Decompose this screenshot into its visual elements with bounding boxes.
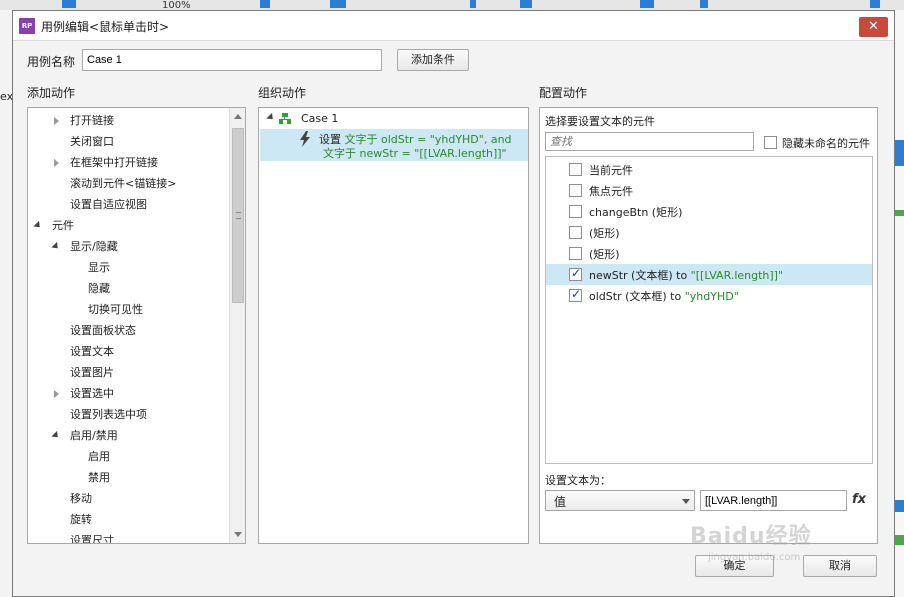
scroll-thumb[interactable]	[232, 128, 244, 303]
search-input[interactable]	[545, 132, 754, 151]
widget-row[interactable]: 当前元件	[546, 159, 872, 180]
background-right-edge	[894, 10, 904, 597]
add-action-label: 滚动到元件<锚链接>	[70, 177, 177, 190]
widget-checkbox[interactable]	[569, 184, 582, 197]
collapse-arrow-icon[interactable]	[33, 220, 43, 231]
widget-checkbox[interactable]	[569, 247, 582, 260]
add-actions-scrollbar[interactable]	[229, 108, 245, 543]
add-action-label: 隐藏	[88, 282, 110, 295]
widget-checkbox[interactable]	[569, 205, 582, 218]
widget-row[interactable]: oldStr (文本框) to "yhdYHD"	[546, 285, 872, 306]
value-text-input[interactable]	[700, 490, 847, 511]
case-expand-icon[interactable]	[266, 112, 276, 123]
scroll-down-arrow-icon[interactable]	[234, 532, 242, 537]
widget-label: changeBtn (矩形)	[589, 204, 682, 220]
add-action-label: 设置尺寸	[70, 534, 114, 544]
add-condition-button[interactable]: 添加条件	[397, 49, 469, 71]
widget-value: "yhdYHD"	[684, 290, 739, 303]
scroll-up-arrow-icon[interactable]	[234, 114, 242, 119]
widget-row[interactable]: newStr (文本框) to "[[LVAR.length]]"	[546, 264, 872, 285]
widget-name: newStr (文本框) to	[589, 269, 691, 282]
add-action-label: 移动	[70, 492, 92, 505]
set-text-label: 设置文本为：	[545, 474, 611, 487]
add-action-label: 设置文本	[70, 345, 114, 358]
widget-label: oldStr (文本框) to "yhdYHD"	[589, 288, 739, 304]
widget-name: 当前元件	[589, 164, 633, 177]
expand-arrow-icon[interactable]	[54, 159, 59, 167]
case-name-label: 用例名称	[27, 55, 76, 69]
widget-label: (矩形)	[589, 246, 620, 262]
add-actions-tree: 打开链接关闭窗口在框架中打开链接滚动到元件<锚链接> 设置自适应视图元件显示/隐藏…	[27, 107, 246, 544]
add-action-label: 在框架中打开链接	[70, 156, 158, 169]
axure-rp-icon: RP	[19, 18, 35, 34]
add-action-label: 设置自适应视图	[70, 198, 147, 211]
widget-checkbox[interactable]	[569, 226, 582, 239]
add-action-label: 显示/隐藏	[70, 240, 118, 253]
widget-name: (矩形)	[589, 227, 620, 240]
action-text-line-2: 文字于 newStr = "[[LVAR.length]]"	[323, 147, 507, 160]
dialog-title: 用例编辑<鼠标单击时>	[41, 20, 170, 34]
hide-unnamed-label: 隐藏未命名的元件	[782, 137, 870, 150]
widget-checkbox[interactable]	[569, 287, 582, 302]
hide-unnamed-checkbox[interactable]	[764, 136, 777, 149]
configure-actions-heading: 配置动作	[539, 86, 588, 100]
add-action-label: 元件	[52, 219, 74, 232]
add-action-label: 关闭窗口	[70, 135, 114, 148]
widget-checkbox[interactable]	[569, 266, 582, 281]
widget-label: newStr (文本框) to "[[LVAR.length]]"	[589, 267, 783, 283]
add-action-label: 设置列表选中项	[70, 408, 147, 421]
collapse-arrow-icon[interactable]	[51, 241, 61, 252]
ok-button[interactable]: 确定	[695, 555, 774, 577]
widget-name: 焦点元件	[589, 185, 633, 198]
widget-name: (矩形)	[589, 248, 620, 261]
widget-label: 当前元件	[589, 162, 633, 178]
widget-row[interactable]: (矩形)	[546, 222, 872, 243]
case-editor-dialog: RP 用例编辑<鼠标单击时> ✕ 用例名称 添加条件 添加动作 组织动作 配置动…	[12, 10, 895, 597]
widget-row[interactable]: (矩形)	[546, 243, 872, 264]
case-label[interactable]: Case 1	[301, 112, 338, 125]
chevron-down-icon	[682, 499, 690, 504]
add-actions-heading: 添加动作	[27, 86, 76, 100]
selected-action-row[interactable]: 设置 文字于 oldStr = "yhdYHD", and 文字于 newStr…	[260, 129, 528, 161]
expand-arrow-icon[interactable]	[54, 117, 59, 125]
add-action-label: 启用/禁用	[70, 429, 118, 442]
add-action-label: 设置面板状态	[70, 324, 136, 337]
add-action-label: 启用	[88, 450, 110, 463]
widget-row[interactable]: changeBtn (矩形)	[546, 201, 872, 222]
lightning-icon	[300, 131, 310, 147]
widget-checkbox[interactable]	[569, 163, 582, 176]
add-action-label: 设置图片	[70, 366, 114, 379]
widget-value: "[[LVAR.length]]"	[690, 269, 784, 282]
widget-row[interactable]: 焦点元件	[546, 180, 872, 201]
expand-arrow-icon[interactable]	[54, 390, 59, 398]
cancel-button[interactable]: 取消	[803, 555, 877, 577]
scroll-grip-icon	[236, 212, 241, 219]
case-tree-icon	[279, 113, 291, 124]
background-toolbar: 100%	[0, 0, 904, 11]
widget-list: 当前元件焦点元件 changeBtn (矩形) (矩形) (矩形) newStr (文本…	[545, 156, 873, 464]
screen: 100% ex RP 用例编辑<鼠标单击时> ✕ 用例名称 添加条件 添加动作 …	[0, 0, 904, 597]
fx-button[interactable]: fx	[852, 492, 866, 507]
widget-label: (矩形)	[589, 225, 620, 241]
collapse-arrow-icon[interactable]	[51, 430, 61, 441]
add-action-label: 切换可见性	[88, 303, 143, 316]
widget-label: 焦点元件	[589, 183, 633, 199]
value-type-selected: 值	[554, 495, 567, 509]
organize-actions-heading: 组织动作	[258, 86, 307, 100]
widget-name: oldStr (文本框) to	[589, 290, 685, 303]
widget-name: changeBtn (矩形)	[589, 206, 683, 219]
add-action-label: 设置选中	[70, 387, 114, 400]
dialog-titlebar[interactable]: RP 用例编辑<鼠标单击时> ✕	[13, 11, 894, 41]
select-widget-label: 选择要设置文本的元件	[545, 115, 655, 128]
close-button[interactable]: ✕	[859, 17, 888, 37]
case-name-input[interactable]	[82, 49, 382, 71]
add-action-label: 打开链接	[70, 114, 114, 127]
add-action-label: 旋转	[70, 513, 92, 526]
add-action-label: 禁用	[88, 471, 110, 484]
add-action-label: 显示	[88, 261, 110, 274]
organize-actions-tree: Case 1 设置 文字于 oldStr = "yhdYHD", and 文字于…	[258, 107, 529, 544]
value-type-dropdown[interactable]: 值	[545, 490, 695, 511]
configure-actions-panel: 选择要设置文本的元件 隐藏未命名的元件 当前元件焦点元件 changeBtn (矩…	[539, 107, 878, 544]
